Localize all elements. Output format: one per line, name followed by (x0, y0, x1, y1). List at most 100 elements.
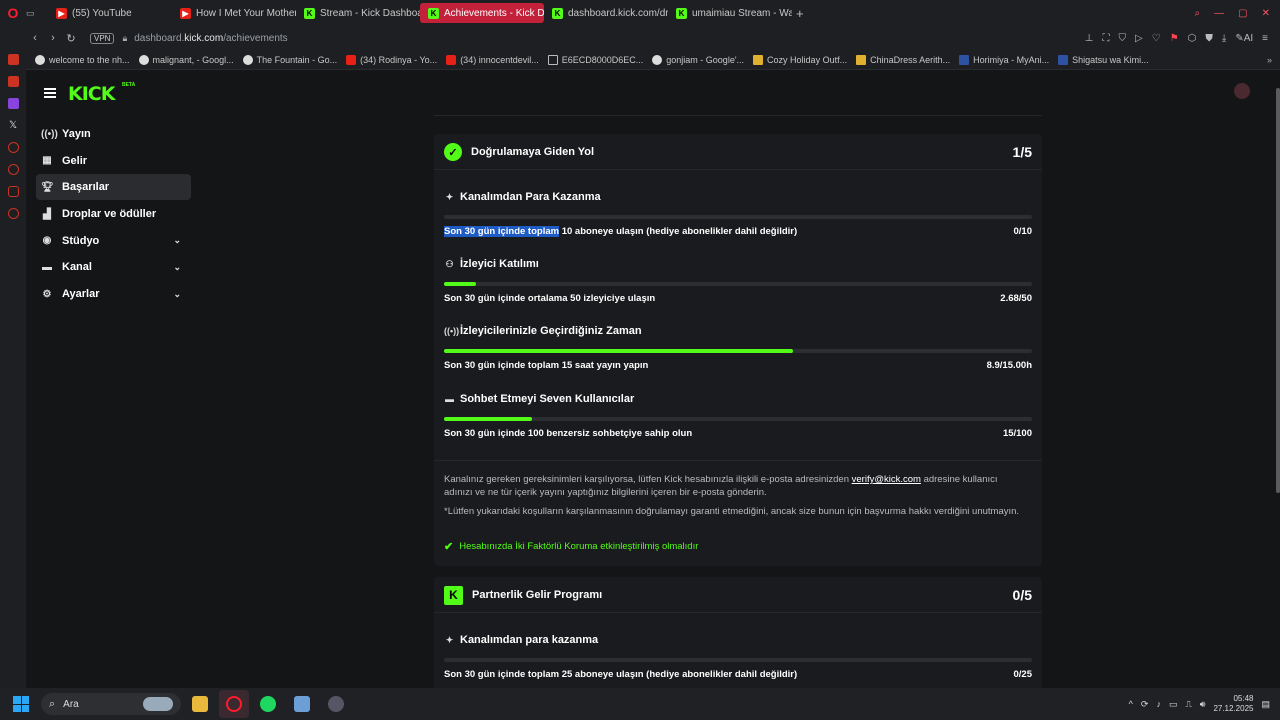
shield-icon[interactable]: ⛉ (1119, 33, 1127, 44)
settings-icon[interactable] (7, 208, 19, 219)
broadcast-icon: ((•)) (444, 326, 460, 336)
progress-value: 0/10 (1013, 226, 1033, 237)
verify-email-link[interactable]: verify@kick.com (852, 474, 921, 485)
tab-menu-icon[interactable]: ▭ (26, 8, 40, 19)
settings-icon: ⚙ (42, 288, 52, 300)
sidebar-item-gelir[interactable]: ▦ Gelir (36, 148, 191, 174)
avatar[interactable] (1234, 83, 1250, 99)
sync-icon[interactable]: ⟳ (1141, 699, 1149, 710)
flow-icon[interactable]: ▷ (1135, 33, 1143, 44)
instagram-icon[interactable] (7, 76, 19, 87)
card-count: 1/5 (1012, 144, 1032, 160)
sidebar-item-basarilar[interactable]: 🏆︎ Başarılar (36, 174, 191, 201)
aria-icon[interactable]: ✎AI (1235, 33, 1253, 44)
windows-start-icon[interactable] (13, 696, 29, 712)
hamburger-menu-icon[interactable] (44, 88, 56, 98)
file-explorer-icon[interactable] (185, 690, 215, 718)
bookmark[interactable]: Shigatsu wa Kimi... (1058, 54, 1149, 65)
forward-icon[interactable]: › (44, 32, 62, 44)
browser-tab[interactable]: ▶ (55) YouTube (48, 3, 172, 23)
card-title: Partnerlik Gelir Programı (472, 589, 603, 601)
volume-icon[interactable]: 🔊︎ (1200, 699, 1206, 710)
two-factor-requirement: ✔ Hesabınızda İki Faktörlü Koruma etkinle… (444, 541, 699, 553)
clock[interactable]: 05:48 27.12.2025 (1213, 694, 1253, 714)
progress-value: 2.68/50 (1000, 293, 1032, 304)
more-icon[interactable]: ≡ (1262, 33, 1268, 44)
google-icon (242, 54, 253, 65)
progress-value: 8.9/15.00h (986, 360, 1032, 371)
chevron-up-icon[interactable]: ^ (1129, 699, 1133, 709)
taskbar-search[interactable]: ⌕ Ara (41, 693, 181, 715)
divider (434, 460, 1042, 461)
wallet-icon[interactable]: ⛊ (1205, 33, 1213, 44)
twitch-icon[interactable] (7, 98, 19, 109)
player-icon[interactable] (7, 142, 19, 153)
opera-ai-icon[interactable]: ⚑ (1170, 33, 1179, 44)
back-icon[interactable]: ‹ (26, 32, 44, 44)
history-icon[interactable] (7, 164, 19, 175)
browser-tab[interactable]: Kumaimiau Stream - Watch ... (668, 3, 792, 23)
youtube-icon: ▶ (56, 7, 67, 19)
browser-tab[interactable]: KStream - Kick Dashboard (296, 3, 420, 23)
app-icon[interactable] (287, 690, 317, 718)
heart-icon[interactable]: ♡ (1152, 33, 1161, 44)
youtube-icon (346, 54, 357, 65)
sidebar-item-yayin[interactable]: ((•)) Yayın (36, 121, 191, 147)
vpn-badge[interactable]: VPN (90, 32, 115, 44)
progress-value: 15/100 (1002, 428, 1032, 439)
chevron-right-icon[interactable]: » (1267, 55, 1280, 65)
bookmark[interactable]: welcome to the nh... (35, 54, 130, 65)
maximize-icon[interactable]: ▢ (1238, 8, 1247, 19)
sidebar-item-ayarlar[interactable]: ⚙ Ayarlar ⌄ (36, 281, 191, 307)
steam-icon[interactable] (321, 690, 351, 718)
display-icon[interactable]: ▭ (1169, 699, 1178, 710)
search-icon[interactable]: ⌕ (1195, 8, 1201, 19)
kick-logo[interactable]: KICK (68, 83, 115, 105)
x-icon[interactable]: 𝕏 (9, 120, 17, 131)
lock-icon[interactable]: 🔒︎ (122, 33, 127, 44)
requirement-text: Son 30 gün içinde ortalama 50 izleyiciye… (444, 293, 656, 304)
sidebar-item-studyo[interactable]: ◉ Stüdyo ⌄ (36, 228, 191, 254)
new-tab-icon[interactable]: + (796, 6, 804, 21)
url-field[interactable]: dashboard.kick.com/achievements (134, 33, 287, 44)
microphone-icon[interactable]: ♪ (1156, 699, 1161, 709)
notification-icon[interactable]: ▤ (1261, 699, 1270, 710)
minimize-icon[interactable]: — (1214, 8, 1224, 19)
verified-badge-icon: ✓ (444, 143, 462, 161)
browser-tab-active[interactable]: KAchievements - Kick Dash (420, 3, 544, 23)
bookmark[interactable]: gonjiam - Google'... (652, 54, 744, 65)
page-scrollbar[interactable] (1276, 88, 1280, 493)
snapshot-icon[interactable]: ⛶ (1103, 33, 1110, 44)
requirement-text: Son 30 gün içinde toplam 25 aboneye ulaş… (444, 669, 798, 680)
bookmark[interactable]: (34) innocentdevil... (446, 54, 539, 65)
requirement-section: ✦ Kanalımdan para kazanma Son 30 gün için… (444, 634, 1032, 680)
network-icon[interactable]: ⎍ (1185, 699, 1191, 710)
document-icon (547, 54, 558, 65)
browser-tab-bar: O ▭ ▶ (55) YouTube ▶ How I Met Your Mother… (0, 0, 1280, 26)
reload-icon[interactable]: ↻ (62, 32, 80, 45)
bookmark[interactable]: E6ECD8000D6EC... (547, 54, 643, 65)
messenger-icon[interactable] (7, 54, 19, 65)
browser-tab[interactable]: ▶How I Met Your Mother 2... (172, 3, 296, 23)
extensions-icon[interactable] (7, 186, 19, 197)
requirement-section: ⚇ İzleyici Katılımı Son 30 gün içinde ort… (444, 258, 1032, 304)
bookmark[interactable]: (34) Rodinya - Yo... (346, 54, 437, 65)
spotify-icon[interactable] (253, 690, 283, 718)
bookmark[interactable]: The Fountain - Go... (242, 54, 337, 65)
opera-menu-icon[interactable]: O (0, 0, 26, 26)
sidebar-item-kanal[interactable]: ▬ Kanal ⌄ (36, 254, 191, 280)
close-icon[interactable]: ✕ (1262, 8, 1270, 19)
extension-icon[interactable]: ⬡ (1188, 33, 1197, 44)
browser-tab[interactable]: Kdashboard.kick.com/drop... (544, 3, 668, 23)
verification-card: ✓ Doğrulamaya Giden Yol 1/5 ✦ Kanalımdan … (434, 134, 1042, 566)
sidebar-item-droplar[interactable]: ▟ Droplar ve ödüller (36, 201, 191, 227)
download-icon[interactable]: ⤓ (1222, 33, 1226, 44)
bookmark[interactable]: Cozy Holiday Outf... (753, 54, 847, 65)
opera-taskbar-icon[interactable] (219, 690, 249, 718)
chrome-icon (35, 54, 45, 65)
pin-icon[interactable]: ⊥ (1085, 33, 1094, 44)
bookmark[interactable]: ChinaDress Aerith... (856, 54, 950, 65)
bookmark[interactable]: Horimiya - MyAni... (959, 54, 1049, 65)
requirement-text: Son 30 gün içinde toplam 15 saat yayın y… (444, 360, 649, 371)
bookmark[interactable]: malignant, - Googl... (138, 54, 234, 65)
